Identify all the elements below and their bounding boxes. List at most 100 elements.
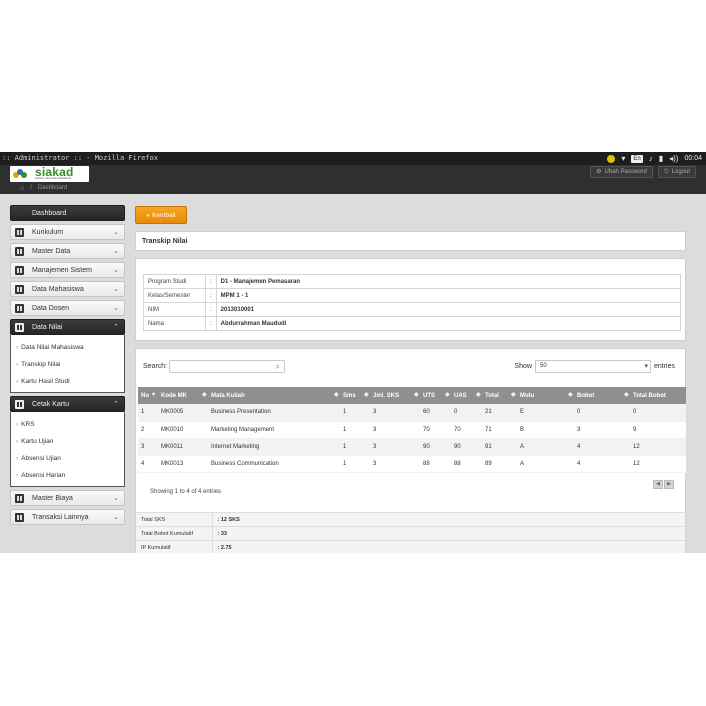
column-header-jml-sks[interactable]: ◆ Jml. SKS [364, 387, 420, 404]
chevron-down-icon: ⌄ [113, 229, 119, 236]
sidebar-item-data-dosen[interactable]: Data Dosen ⌄ [10, 300, 125, 316]
breadcrumb-dashboard[interactable]: Dashboard [38, 184, 67, 193]
siakad-logo[interactable]: siakad Sistem Informasi Akademik [10, 166, 89, 182]
bullet-icon: › [16, 344, 19, 351]
update-icon[interactable] [607, 154, 616, 163]
column-header-mutu[interactable]: ◆ Mutu [511, 387, 574, 404]
sidebar-item-transaksi-lainnya[interactable]: Transaksi Lainnya ⌄ [10, 509, 125, 525]
totals-row: Total Bobot Kumulatif : 33 [136, 526, 685, 541]
column-header-kode-mk[interactable]: ▾ Kode MK [152, 387, 208, 404]
select-caret-icon: ▾ [644, 363, 648, 370]
sidebar-item-kurikulum[interactable]: Kurikulum ⌄ [10, 224, 125, 240]
grid-icon [15, 284, 24, 294]
info-label: Nama [143, 316, 206, 331]
logo-tagline: Sistem Informasi Akademik [35, 176, 72, 180]
search-icon: ⌕ [275, 362, 281, 371]
totals-table: Total SKS : 12 SKS Total Bobot Kumulatif… [136, 512, 685, 553]
battery-icon[interactable]: ▮ [659, 152, 663, 165]
back-arrow-icon: « [146, 211, 151, 219]
logo-people-icon [13, 169, 27, 179]
search-input[interactable]: ⌕ [169, 360, 286, 373]
cell-sms: 1 [340, 438, 370, 456]
breadcrumb: ⌂ / Dashboard [20, 184, 67, 193]
sidebar-item-label: Data Nilai [32, 323, 63, 331]
info-row: Program Studi : D1 - Manajemen Pemasaran [143, 274, 682, 289]
sidebar-item-master-biaya[interactable]: Master Biaya ⌄ [10, 490, 125, 506]
cell-no: 4 [138, 455, 158, 473]
sidebar-item-label: Kurikulum [32, 228, 64, 236]
table-row: 1 MK0005 Business Presentation 1 3 60 0 … [138, 404, 686, 422]
app-header: siakad Sistem Informasi Akademik ⚙ Ubah … [0, 165, 706, 194]
submenu-item-transkip-nilai[interactable]: › Transkip Nilai [11, 356, 124, 373]
cell-bobot: 0 [574, 404, 630, 422]
cell-uts: 90 [420, 438, 451, 456]
submenu-item-absensi-ujian[interactable]: › Absensi Ujian [11, 450, 124, 467]
sort-icon: ◆ [568, 392, 573, 398]
keyboard-layout[interactable]: En [631, 154, 643, 163]
submenu-item-kartu-ujian[interactable]: › Kartu Ujian [11, 433, 124, 450]
bell-icon[interactable]: ♪ [649, 152, 653, 165]
sidebar-item-manajemen-sistem[interactable]: Manajemen Sistem ⌄ [10, 262, 125, 278]
cell-total-bobot: 9 [630, 421, 686, 439]
sidebar-item-master-data[interactable]: Master Data ⌄ [10, 243, 125, 259]
totals-value: : 33 [211, 526, 685, 541]
cell-mutu: A [517, 455, 574, 473]
column-header-total-bobot[interactable]: ◆ Total Bobot [624, 387, 686, 404]
sidebar-item-label: Master Biaya [32, 494, 73, 502]
search-label: Search: [143, 363, 168, 370]
submenu-item-absensi-harian[interactable]: › Absensi Harian [11, 467, 124, 484]
sidebar-item-data-nilai[interactable]: Data Nilai ⌃ [10, 319, 125, 335]
sidebar-item-label: Master Data [32, 247, 71, 255]
cell-uas: 90 [451, 438, 482, 456]
sidebar-item-data-mahasiswa[interactable]: Data Mahasiswa ⌄ [10, 281, 125, 297]
volume-icon[interactable]: ◂)) [669, 152, 678, 165]
submenu-item-label: Transkip Nilai [21, 361, 61, 368]
page-size-select[interactable]: 50 ▾ [534, 360, 651, 373]
wifi-icon[interactable]: ▾ [621, 152, 625, 165]
submenu-item-kartu-hasil-studi[interactable]: › Kartu Hasil Studi [11, 373, 124, 390]
cetak-kartu-submenu: › KRS › Kartu Ujian › Absensi Ujian › Absens… [10, 412, 125, 487]
logout-button[interactable]: ⎋ Logout [657, 166, 696, 178]
cell-sms: 1 [340, 421, 370, 439]
student-info-table: Program Studi : D1 - Manajemen Pemasaran… [143, 274, 682, 331]
submenu-item-krs[interactable]: › KRS [11, 416, 124, 433]
previous-page-button[interactable]: ◀ [653, 480, 663, 489]
bullet-icon: › [16, 455, 19, 462]
cell-jml-sks: 3 [370, 455, 420, 473]
sidebar-item-cetak-kartu[interactable]: Cetak Kartu ⌃ [10, 396, 125, 412]
next-page-button[interactable]: ▶ [664, 480, 674, 489]
clock[interactable]: 00:04 [684, 152, 702, 165]
back-button[interactable]: « Kembali [135, 206, 187, 224]
sidebar-item-dashboard[interactable]: Dashboard [10, 205, 125, 221]
column-header-label: Kode MK [161, 392, 187, 399]
cell-mutu: E [517, 404, 574, 422]
submenu-item-label: KRS [21, 421, 35, 428]
sort-icon: ▾ [152, 392, 156, 398]
totals-label: IP Kumulatif [136, 540, 212, 553]
cell-total: 71 [482, 421, 517, 439]
home-icon[interactable]: ⌂ [20, 184, 24, 193]
back-button-label: Kembali [152, 211, 176, 219]
info-label: Kelas/Semester [143, 288, 206, 303]
sidebar: Dashboard Kurikulum ⌄ Master Data ⌄ Mana… [10, 205, 125, 528]
info-value: Abdurrahman Maududi [215, 316, 682, 331]
sort-icon: ◆ [624, 392, 629, 398]
info-separator: : [205, 316, 217, 331]
column-header-label: Total Bobot [633, 392, 666, 399]
window-titlebar: :: Administrator :: - Mozilla Firefox ▾ … [0, 152, 706, 165]
transcript-table: No ▾ Kode MK ◆ Mata Kuliah ◆ Sms ◆ Jml. SKS … [138, 387, 686, 473]
change-password-button[interactable]: ⚙ Ubah Password [590, 166, 653, 178]
cell-jml-sks: 3 [370, 438, 420, 456]
system-tray: ▾ En ♪ ▮ ◂)) 00:04 [607, 152, 702, 165]
submenu-item-data-nilai-mahasiswa[interactable]: › Data Nilai Mahasiswa [11, 339, 124, 356]
info-value: MPM 1 - 1 [215, 288, 682, 303]
column-header-bobot[interactable]: ◆ Bobot [568, 387, 630, 404]
column-header-mata-kuliah[interactable]: ◆ Mata Kuliah [202, 387, 340, 404]
totals-value: : 12 SKS [211, 512, 685, 527]
column-header-label: Bobot [577, 392, 595, 399]
sort-icon: ◆ [476, 392, 481, 398]
sidebar-item-label: Data Mahasiswa [32, 285, 84, 293]
totals-value: : 2.75 [211, 540, 685, 553]
sidebar-item-label: Cetak Kartu [32, 400, 69, 408]
info-label: Program Studi [143, 274, 206, 289]
